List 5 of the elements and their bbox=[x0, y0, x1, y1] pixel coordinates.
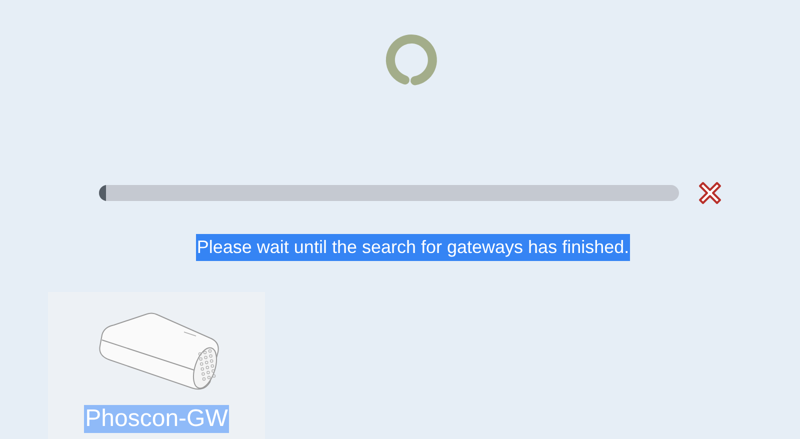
close-icon[interactable] bbox=[696, 179, 724, 207]
loading-spinner-icon bbox=[385, 33, 439, 87]
gateway-name: Phoscon-GW bbox=[84, 405, 229, 433]
gateway-card[interactable]: Phoscon-GW bbox=[48, 292, 265, 439]
status-message: Please wait until the search for gateways has finished. bbox=[196, 234, 630, 261]
